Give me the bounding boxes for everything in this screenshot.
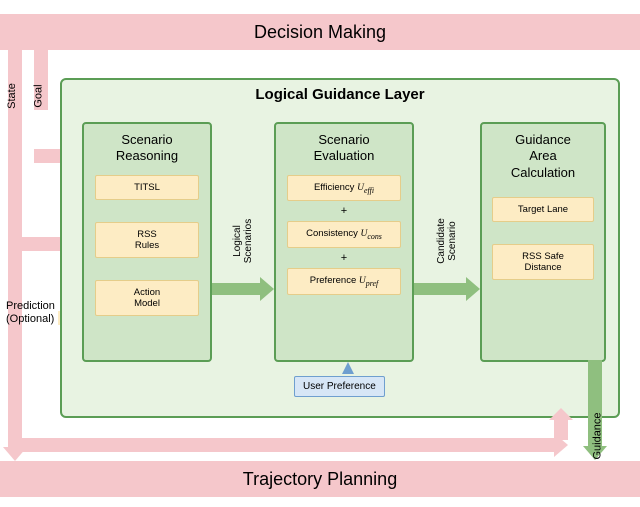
arrow-logical-scenarios: [212, 282, 274, 296]
pink-feedback-up: [554, 418, 568, 440]
guidance-area-calc-title: Guidance Area Calculation: [511, 132, 575, 181]
consistency-item: Consistency Ucons: [287, 221, 401, 248]
user-pref-arrow: [342, 362, 354, 374]
preference-item: Preference Upref: [287, 268, 401, 295]
user-preference-box: User Preference: [294, 376, 385, 397]
goal-label: Goal: [33, 84, 45, 107]
efficiency-item: Efficiency Ueffi: [287, 175, 401, 202]
guidance-area-calc-module: Guidance Area Calculation Target Lane RS…: [480, 122, 606, 362]
trajectory-planning-label: Trajectory Planning: [243, 469, 397, 490]
decision-making-layer: Decision Making: [0, 14, 640, 50]
state-label: State: [6, 83, 18, 109]
pink-feedback-arrow: [8, 433, 568, 457]
trajectory-planning-layer: Trajectory Planning: [0, 461, 640, 497]
plus-1: +: [341, 205, 347, 217]
rss-safe-distance-item: RSS Safe Distance: [492, 244, 593, 280]
scenario-reasoning-title: Scenario Reasoning: [116, 132, 178, 165]
titsl-item: TITSL: [95, 175, 200, 200]
prediction-label: Prediction (Optional): [6, 300, 55, 326]
pink-feedback-uphead: [549, 408, 573, 420]
candidate-scenario-label: Candidate Scenario: [436, 208, 458, 274]
logical-scenarios-label: Logical Scenarios: [232, 210, 254, 272]
action-model-item: Action Model: [95, 280, 200, 316]
target-lane-item: Target Lane: [492, 197, 593, 222]
arrow-candidate-scenario: [414, 282, 480, 296]
decision-making-label: Decision Making: [254, 22, 386, 43]
scenario-evaluation-module: Scenario Evaluation Efficiency Ueffi + C…: [274, 122, 414, 362]
guidance-label: Guidance: [592, 412, 604, 459]
rss-rules-item: RSS Rules: [95, 222, 200, 258]
logical-guidance-layer-box: Logical Guidance Layer Scenario Reasonin…: [60, 78, 620, 418]
scenario-reasoning-module: Scenario Reasoning TITSL RSS Rules Actio…: [82, 122, 212, 362]
scenario-evaluation-title: Scenario Evaluation: [314, 132, 375, 165]
plus-2: +: [341, 252, 347, 264]
lgl-title: Logical Guidance Layer: [62, 78, 618, 103]
